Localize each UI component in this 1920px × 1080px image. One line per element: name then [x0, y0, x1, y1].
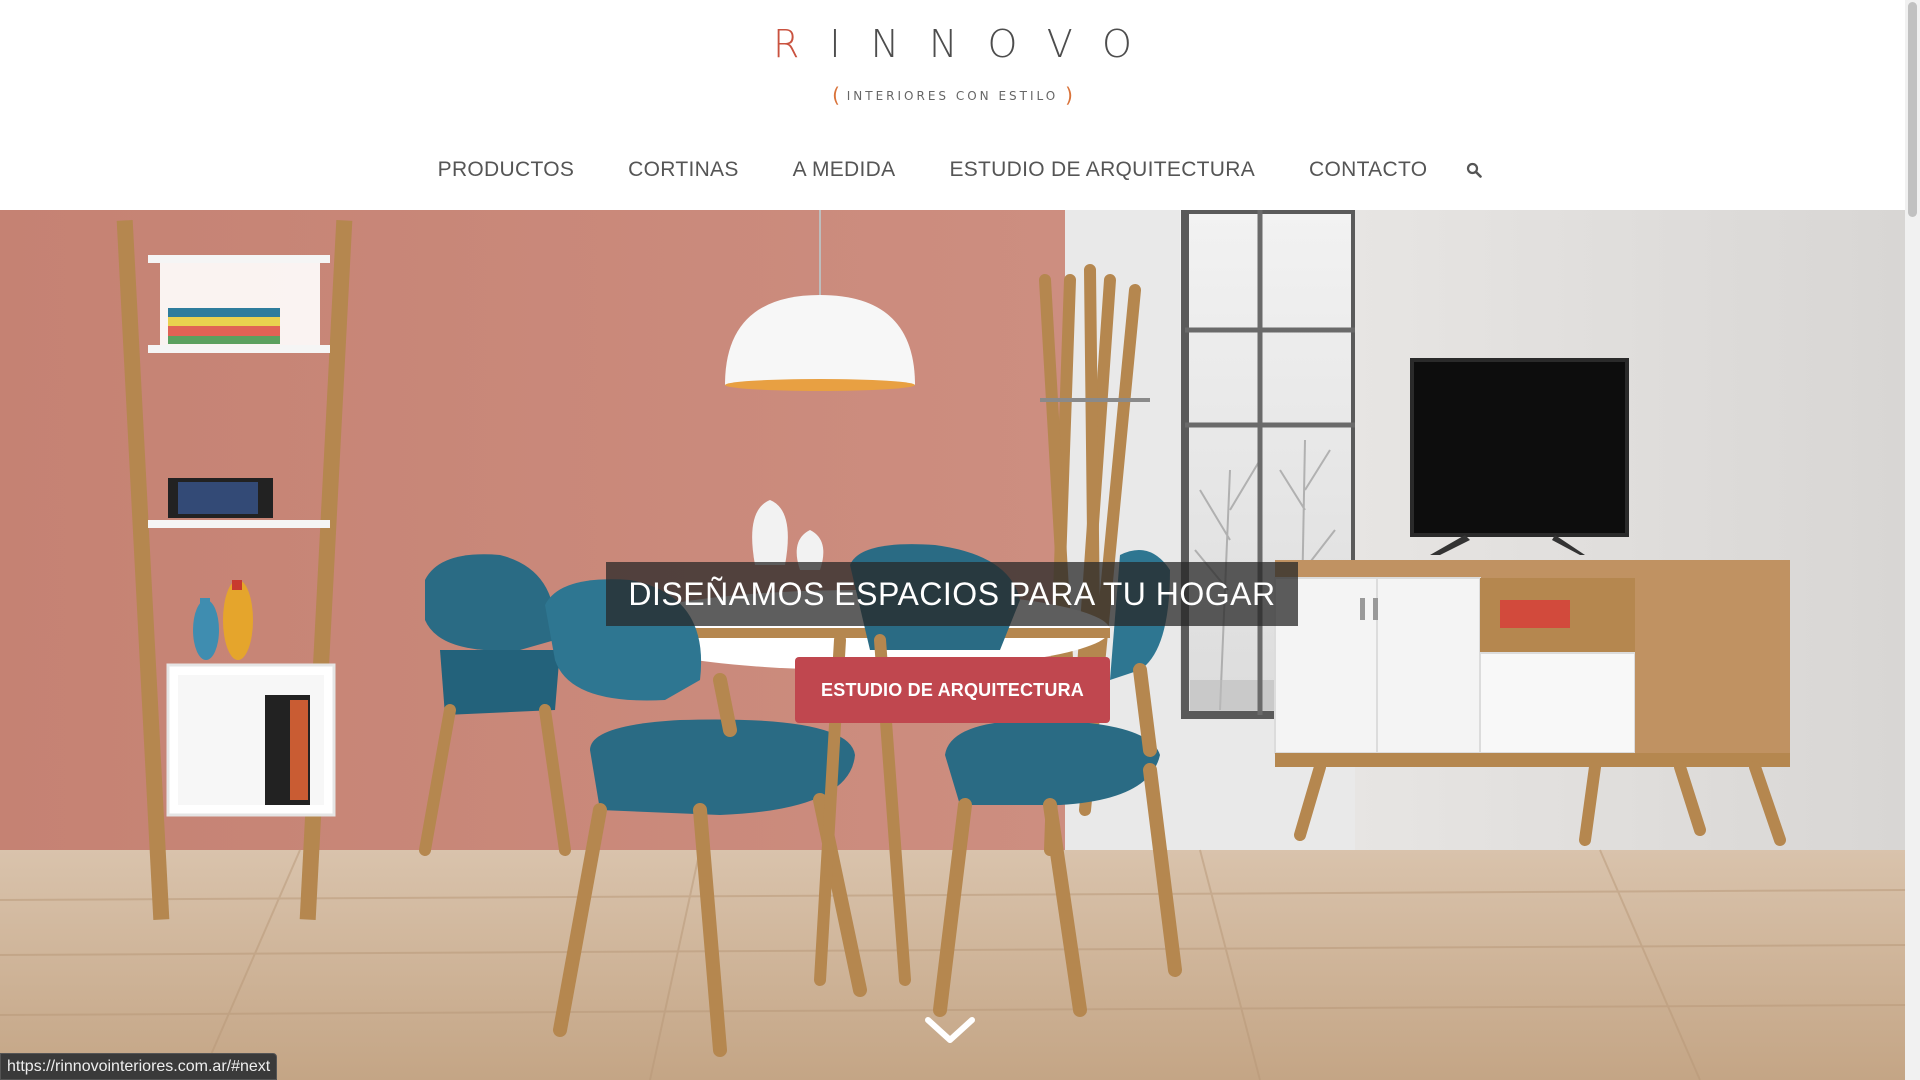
search-button[interactable] — [1454, 155, 1494, 185]
logo-tagline: ( INTERIORES CON ESTILO ) — [0, 83, 1905, 107]
logo-name-rest: INNOVO — [829, 22, 1162, 66]
main-navigation: PRODUCTOS CORTINAS A MEDIDA ESTUDIO DE A… — [0, 152, 1905, 188]
scrollbar-thumb[interactable] — [1908, 2, 1917, 217]
status-bar-url: https://rinnovointeriores.com.ar/#next — [0, 1053, 278, 1080]
nav-item-estudio-de-arquitectura[interactable]: ESTUDIO DE ARQUITECTURA — [922, 152, 1282, 188]
cta-estudio-de-arquitectura-button[interactable]: ESTUDIO DE ARQUITECTURA — [795, 657, 1110, 723]
site-header: RINNOVO ( INTERIORES CON ESTILO ) PRODUC… — [0, 0, 1905, 210]
hero-headline: DISEÑAMOS ESPACIOS PARA TU HOGAR — [606, 562, 1298, 626]
search-icon — [1467, 162, 1483, 178]
page: RINNOVO ( INTERIORES CON ESTILO ) PRODUC… — [0, 0, 1920, 1080]
hero-room-illustration — [0, 210, 1905, 1080]
nav-item-a-medida[interactable]: A MEDIDA — [766, 152, 923, 188]
logo-r-letter: R — [773, 22, 830, 66]
scroll-down-button[interactable] — [920, 1010, 980, 1050]
hero-section: DISEÑAMOS ESPACIOS PARA TU HOGAR ESTUDIO… — [0, 210, 1905, 1080]
tagline-text: INTERIORES CON ESTILO — [846, 89, 1059, 103]
tagline-paren-open: ( — [832, 83, 840, 107]
page-scrollbar[interactable] — [1905, 0, 1920, 1080]
nav-item-cortinas[interactable]: CORTINAS — [601, 152, 766, 188]
nav-item-contacto[interactable]: CONTACTO — [1282, 152, 1454, 188]
tagline-paren-close: ) — [1065, 83, 1073, 107]
nav-item-productos[interactable]: PRODUCTOS — [411, 152, 602, 188]
site-logo[interactable]: RINNOVO ( INTERIORES CON ESTILO ) — [0, 22, 1905, 105]
chevron-down-icon — [925, 1017, 975, 1043]
logo-wordmark: RINNOVO — [743, 22, 1162, 66]
